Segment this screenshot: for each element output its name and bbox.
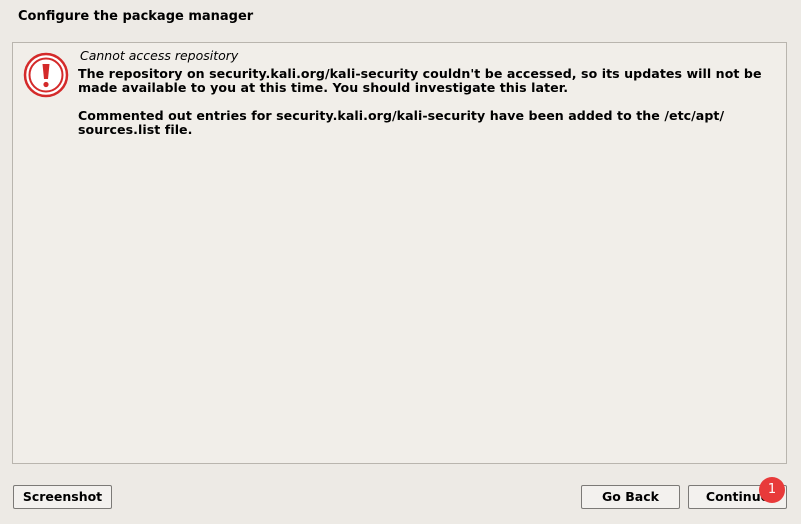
message-paragraph-1: The repository on security.kali.org/kali… <box>78 66 762 95</box>
message-title: Cannot access repository <box>80 48 239 63</box>
go-back-button[interactable]: Go Back <box>581 485 680 509</box>
message-block: Cannot access repository The repository … <box>78 48 778 151</box>
content-panel: Cannot access repository The repository … <box>12 42 787 464</box>
page-title: Configure the package manager <box>18 9 254 24</box>
notification-badge: 1 <box>759 477 785 503</box>
error-exclamation-icon <box>23 52 69 98</box>
message-paragraph-2: Commented out entries for security.kali.… <box>78 108 725 137</box>
installer-window: Configure the package manager Cannot acc… <box>0 0 801 524</box>
screenshot-button[interactable]: Screenshot <box>13 485 112 509</box>
